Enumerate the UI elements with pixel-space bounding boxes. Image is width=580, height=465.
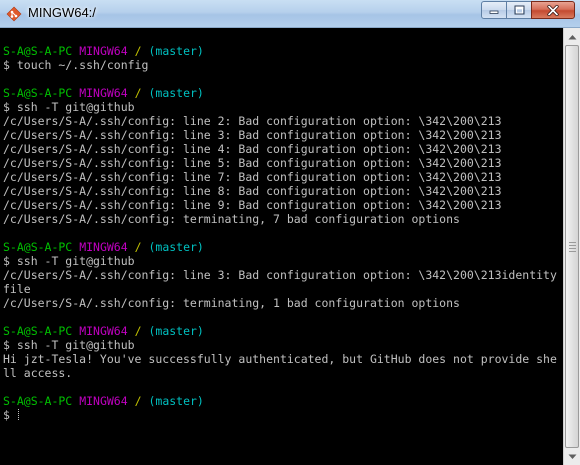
output-line: /c/Users/S-A/.ssh/config: line 3: Bad co… bbox=[3, 128, 502, 142]
prompt-user: S-A@S-A-PC bbox=[3, 86, 73, 100]
terminal-output[interactable]: S-A@S-A-PC MINGW64 / (master) $ touch ~/… bbox=[0, 28, 563, 465]
command-line: $ ssh -T git@github bbox=[3, 100, 135, 114]
close-button[interactable] bbox=[531, 1, 575, 19]
prompt-line: S-A@S-A-PC MINGW64 / (master) bbox=[3, 44, 557, 58]
prompt-user: S-A@S-A-PC bbox=[3, 240, 73, 254]
command-line: $ touch ~/.ssh/config bbox=[3, 58, 149, 72]
output-line: /c/Users/S-A/.ssh/config: terminating, 7… bbox=[3, 212, 460, 226]
prompt-host: MINGW64 bbox=[79, 324, 128, 338]
thumb-grip bbox=[569, 242, 576, 243]
vertical-scrollbar[interactable] bbox=[563, 28, 580, 465]
prompt-branch: (master) bbox=[148, 324, 204, 338]
thumb-grip bbox=[569, 251, 576, 252]
prompt-symbol: $ bbox=[3, 408, 10, 422]
prompt-line: S-A@S-A-PC MINGW64 / (master) bbox=[3, 394, 557, 408]
prompt-line: S-A@S-A-PC MINGW64 / (master) bbox=[3, 324, 557, 338]
prompt-user: S-A@S-A-PC bbox=[3, 44, 73, 58]
output-line: /c/Users/S-A/.ssh/config: line 5: Bad co… bbox=[3, 156, 502, 170]
command-line: $ ssh -T git@github bbox=[3, 338, 135, 352]
output-line: /c/Users/S-A/.ssh/config: terminating, 1… bbox=[3, 296, 460, 310]
output-line: file bbox=[3, 282, 31, 296]
maximize-button[interactable] bbox=[506, 1, 532, 19]
prompt-path: / bbox=[134, 44, 142, 58]
input-line[interactable]: $ bbox=[3, 408, 557, 422]
prompt-host: MINGW64 bbox=[79, 240, 128, 254]
scroll-up-button[interactable] bbox=[564, 28, 580, 45]
prompt-path: / bbox=[134, 240, 142, 254]
title-bar[interactable]: MINGW64:/ bbox=[0, 0, 580, 28]
prompt-host: MINGW64 bbox=[79, 44, 128, 58]
prompt-branch: (master) bbox=[148, 86, 204, 100]
prompt-branch: (master) bbox=[148, 44, 204, 58]
maximize-icon bbox=[514, 5, 524, 15]
output-line: /c/Users/S-A/.ssh/config: line 4: Bad co… bbox=[3, 142, 502, 156]
prompt-user: S-A@S-A-PC bbox=[3, 394, 73, 408]
text-cursor bbox=[17, 409, 20, 420]
prompt-host: MINGW64 bbox=[79, 86, 128, 100]
prompt-branch: (master) bbox=[148, 240, 204, 254]
window-title: MINGW64:/ bbox=[28, 5, 96, 20]
prompt-host: MINGW64 bbox=[79, 394, 128, 408]
output-line: /c/Users/S-A/.ssh/config: line 7: Bad co… bbox=[3, 170, 502, 184]
minimize-icon bbox=[489, 10, 499, 14]
thumb-grip bbox=[569, 248, 576, 249]
chevron-down-icon bbox=[568, 454, 576, 459]
prompt-path: / bbox=[134, 394, 142, 408]
git-bash-icon bbox=[6, 6, 22, 22]
minimize-button[interactable] bbox=[481, 1, 507, 19]
command-line: $ ssh -T git@github bbox=[3, 254, 135, 268]
prompt-line: S-A@S-A-PC MINGW64 / (master) bbox=[3, 86, 557, 100]
close-icon bbox=[547, 4, 559, 16]
prompt-user: S-A@S-A-PC bbox=[3, 324, 73, 338]
output-line: ll access. bbox=[3, 366, 73, 380]
terminal-window: MINGW64:/ S-A@S-A-PC MINGW64 / (master) … bbox=[0, 0, 580, 465]
thumb-grip bbox=[569, 245, 576, 246]
prompt-branch: (master) bbox=[148, 394, 204, 408]
scroll-down-button[interactable] bbox=[564, 448, 580, 465]
output-line: Hi jzt-Tesla! You've successfully authen… bbox=[3, 352, 557, 366]
output-line: /c/Users/S-A/.ssh/config: line 2: Bad co… bbox=[3, 114, 502, 128]
output-line: /c/Users/S-A/.ssh/config: line 3: Bad co… bbox=[3, 268, 557, 282]
output-line: /c/Users/S-A/.ssh/config: line 8: Bad co… bbox=[3, 184, 502, 198]
chevron-up-icon bbox=[568, 34, 576, 39]
prompt-line: S-A@S-A-PC MINGW64 / (master) bbox=[3, 240, 557, 254]
prompt-path: / bbox=[134, 324, 142, 338]
prompt-path: / bbox=[134, 86, 142, 100]
output-line: /c/Users/S-A/.ssh/config: line 9: Bad co… bbox=[3, 198, 502, 212]
scroll-thumb[interactable] bbox=[565, 45, 579, 448]
